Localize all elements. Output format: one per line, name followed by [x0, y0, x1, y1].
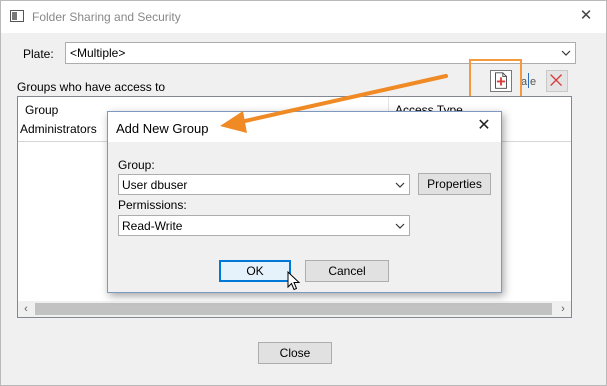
close-button[interactable]: Close: [258, 342, 332, 364]
svg-text:a: a: [521, 76, 528, 88]
mouse-pointer-icon: [287, 271, 301, 291]
scroll-right-icon[interactable]: ›: [556, 302, 570, 316]
chevron-down-icon: [395, 223, 405, 229]
properties-button[interactable]: Properties: [418, 173, 491, 195]
ok-button[interactable]: OK: [219, 260, 291, 282]
scrollbar-thumb[interactable]: [35, 303, 552, 315]
group-select-value: User dbuser: [122, 178, 188, 192]
plate-label: Plate:: [23, 47, 54, 61]
permissions-label: Permissions:: [118, 198, 187, 212]
dialog-title-bar: Add New Group ✕: [108, 112, 501, 142]
dialog-title: Add New Group: [116, 121, 209, 136]
group-label: Group:: [118, 158, 155, 172]
chevron-down-icon: [395, 182, 405, 188]
rename-group-button[interactable]: a e: [519, 70, 541, 92]
window-title-bar: Folder Sharing and Security ✕: [1, 1, 606, 33]
dialog-close-button[interactable]: ✕: [473, 115, 495, 137]
permissions-select[interactable]: Read-Write: [118, 215, 410, 236]
add-new-group-dialog: Add New Group ✕ Group: User dbuser Prope…: [107, 111, 502, 293]
groups-access-label: Groups who have access to: [17, 80, 166, 94]
column-header-group[interactable]: Group: [25, 103, 58, 117]
list-item[interactable]: Administrators: [20, 122, 97, 136]
window-title: Folder Sharing and Security: [32, 10, 181, 24]
chevron-down-icon: [561, 50, 571, 56]
cancel-button[interactable]: Cancel: [305, 260, 389, 282]
scroll-left-icon[interactable]: ‹: [19, 302, 33, 316]
horizontal-scrollbar[interactable]: ‹ ›: [18, 301, 571, 317]
group-select[interactable]: User dbuser: [118, 174, 410, 195]
delete-x-icon: [550, 74, 563, 87]
delete-group-button[interactable]: [546, 70, 568, 92]
plate-select-value: <Multiple>: [70, 46, 126, 60]
svg-text:e: e: [530, 76, 536, 88]
permissions-select-value: Read-Write: [122, 219, 183, 233]
rename-icon: a e: [521, 73, 536, 88]
folder-window-icon: [10, 10, 24, 22]
window-close-button[interactable]: ✕: [576, 6, 596, 26]
